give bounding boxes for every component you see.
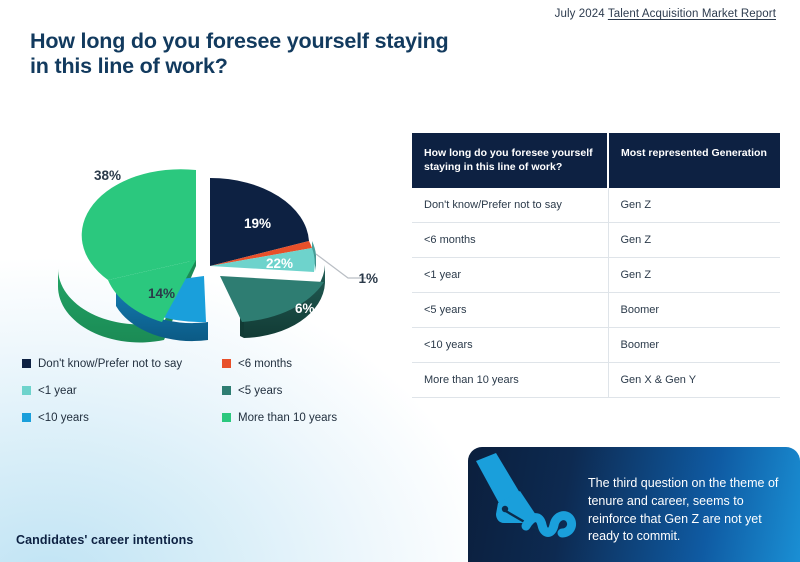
- table-cell-question: <5 years: [412, 292, 609, 329]
- pie-label-less-6-months: 1%: [358, 271, 378, 286]
- pie-chart-svg: 19% 1% 6% 22% 14% 38%: [57, 168, 378, 343]
- table-cell-question: More than 10 years: [412, 362, 609, 399]
- report-date: July 2024: [554, 8, 605, 20]
- chart-legend: Don't know/Prefer not to say <6 months <…: [22, 350, 392, 431]
- legend-label-less-5-years: <5 years: [238, 384, 283, 397]
- table-cell-question: <6 months: [412, 222, 609, 259]
- table-cell-generation: Gen Z: [608, 188, 780, 224]
- legend-swatch-less-5-years: [222, 386, 231, 395]
- table-cell-generation: Gen X & Gen Y: [608, 362, 780, 399]
- table-cell-question: <1 year: [412, 257, 609, 294]
- pie-label-dont-know: 19%: [244, 216, 271, 231]
- legend-label-more-than-10-years: More than 10 years: [238, 411, 338, 424]
- legend-swatch-more-than-10-years: [222, 413, 231, 422]
- slide-footer: Candidates' career intentions: [16, 533, 194, 547]
- legend-swatch-dont-know: [22, 359, 31, 368]
- table-header-generation: Most represented Generation: [608, 133, 780, 189]
- legend-item-less-6-months[interactable]: <6 months: [222, 358, 392, 370]
- legend-label-less-1-year: <1 year: [38, 384, 77, 397]
- pie-label-less-5-years: 22%: [266, 256, 293, 271]
- table-row[interactable]: <5 years Boomer: [412, 292, 780, 329]
- legend-item-less-10-years[interactable]: <10 years: [22, 412, 222, 424]
- legend-label-less-6-months: <6 months: [238, 357, 293, 370]
- signature-pen-icon: [476, 453, 577, 538]
- legend-item-more-than-10-years[interactable]: More than 10 years: [222, 412, 392, 424]
- report-header: July 2024 Talent Acquisition Market Repo…: [555, 8, 776, 20]
- pie-label-more-than-10-years: 38%: [94, 168, 121, 183]
- page-title: How long do you foresee yourself staying…: [30, 29, 449, 79]
- legend-item-less-1-year[interactable]: <1 year: [22, 385, 222, 397]
- pie-label-less-1-year: 6%: [295, 301, 315, 316]
- table-header-question: How long do you foresee yourself staying…: [412, 133, 609, 189]
- report-title-link[interactable]: Talent Acquisition Market Report: [608, 8, 776, 20]
- legend-label-dont-know: Don't know/Prefer not to say: [38, 357, 183, 370]
- table-row[interactable]: Don't know/Prefer not to say Gen Z: [412, 188, 780, 224]
- table-cell-generation: Gen Z: [608, 222, 780, 259]
- legend-swatch-less-10-years: [22, 413, 31, 422]
- table-cell-question: Don't know/Prefer not to say: [412, 188, 609, 224]
- table-row[interactable]: <1 year Gen Z: [412, 257, 780, 294]
- table-cell-question: <10 years: [412, 327, 609, 364]
- legend-label-less-10-years: <10 years: [38, 411, 89, 424]
- pie-label-less-10-years: 14%: [148, 286, 175, 301]
- pie-chart: 19% 1% 6% 22% 14% 38%: [48, 108, 388, 348]
- insight-callout: The third question on the theme of tenur…: [468, 447, 800, 562]
- table-cell-generation: Boomer: [608, 292, 780, 329]
- table-cell-generation: Boomer: [608, 327, 780, 364]
- generation-table: How long do you foresee yourself staying…: [412, 133, 780, 399]
- table-row[interactable]: <10 years Boomer: [412, 327, 780, 364]
- table-row[interactable]: More than 10 years Gen X & Gen Y: [412, 362, 780, 399]
- table-cell-generation: Gen Z: [608, 257, 780, 294]
- insight-callout-text: The third question on the theme of tenur…: [588, 476, 779, 544]
- table-row[interactable]: <6 months Gen Z: [412, 222, 780, 259]
- slide-canvas: July 2024 Talent Acquisition Market Repo…: [0, 0, 800, 562]
- legend-swatch-less-1-year: [22, 386, 31, 395]
- slice-more-than-10-years[interactable]: [81, 169, 196, 280]
- legend-item-less-5-years[interactable]: <5 years: [222, 385, 392, 397]
- table-header-row: How long do you foresee yourself staying…: [412, 133, 780, 189]
- legend-item-dont-know[interactable]: Don't know/Prefer not to say: [22, 358, 222, 370]
- legend-swatch-less-6-months: [222, 359, 231, 368]
